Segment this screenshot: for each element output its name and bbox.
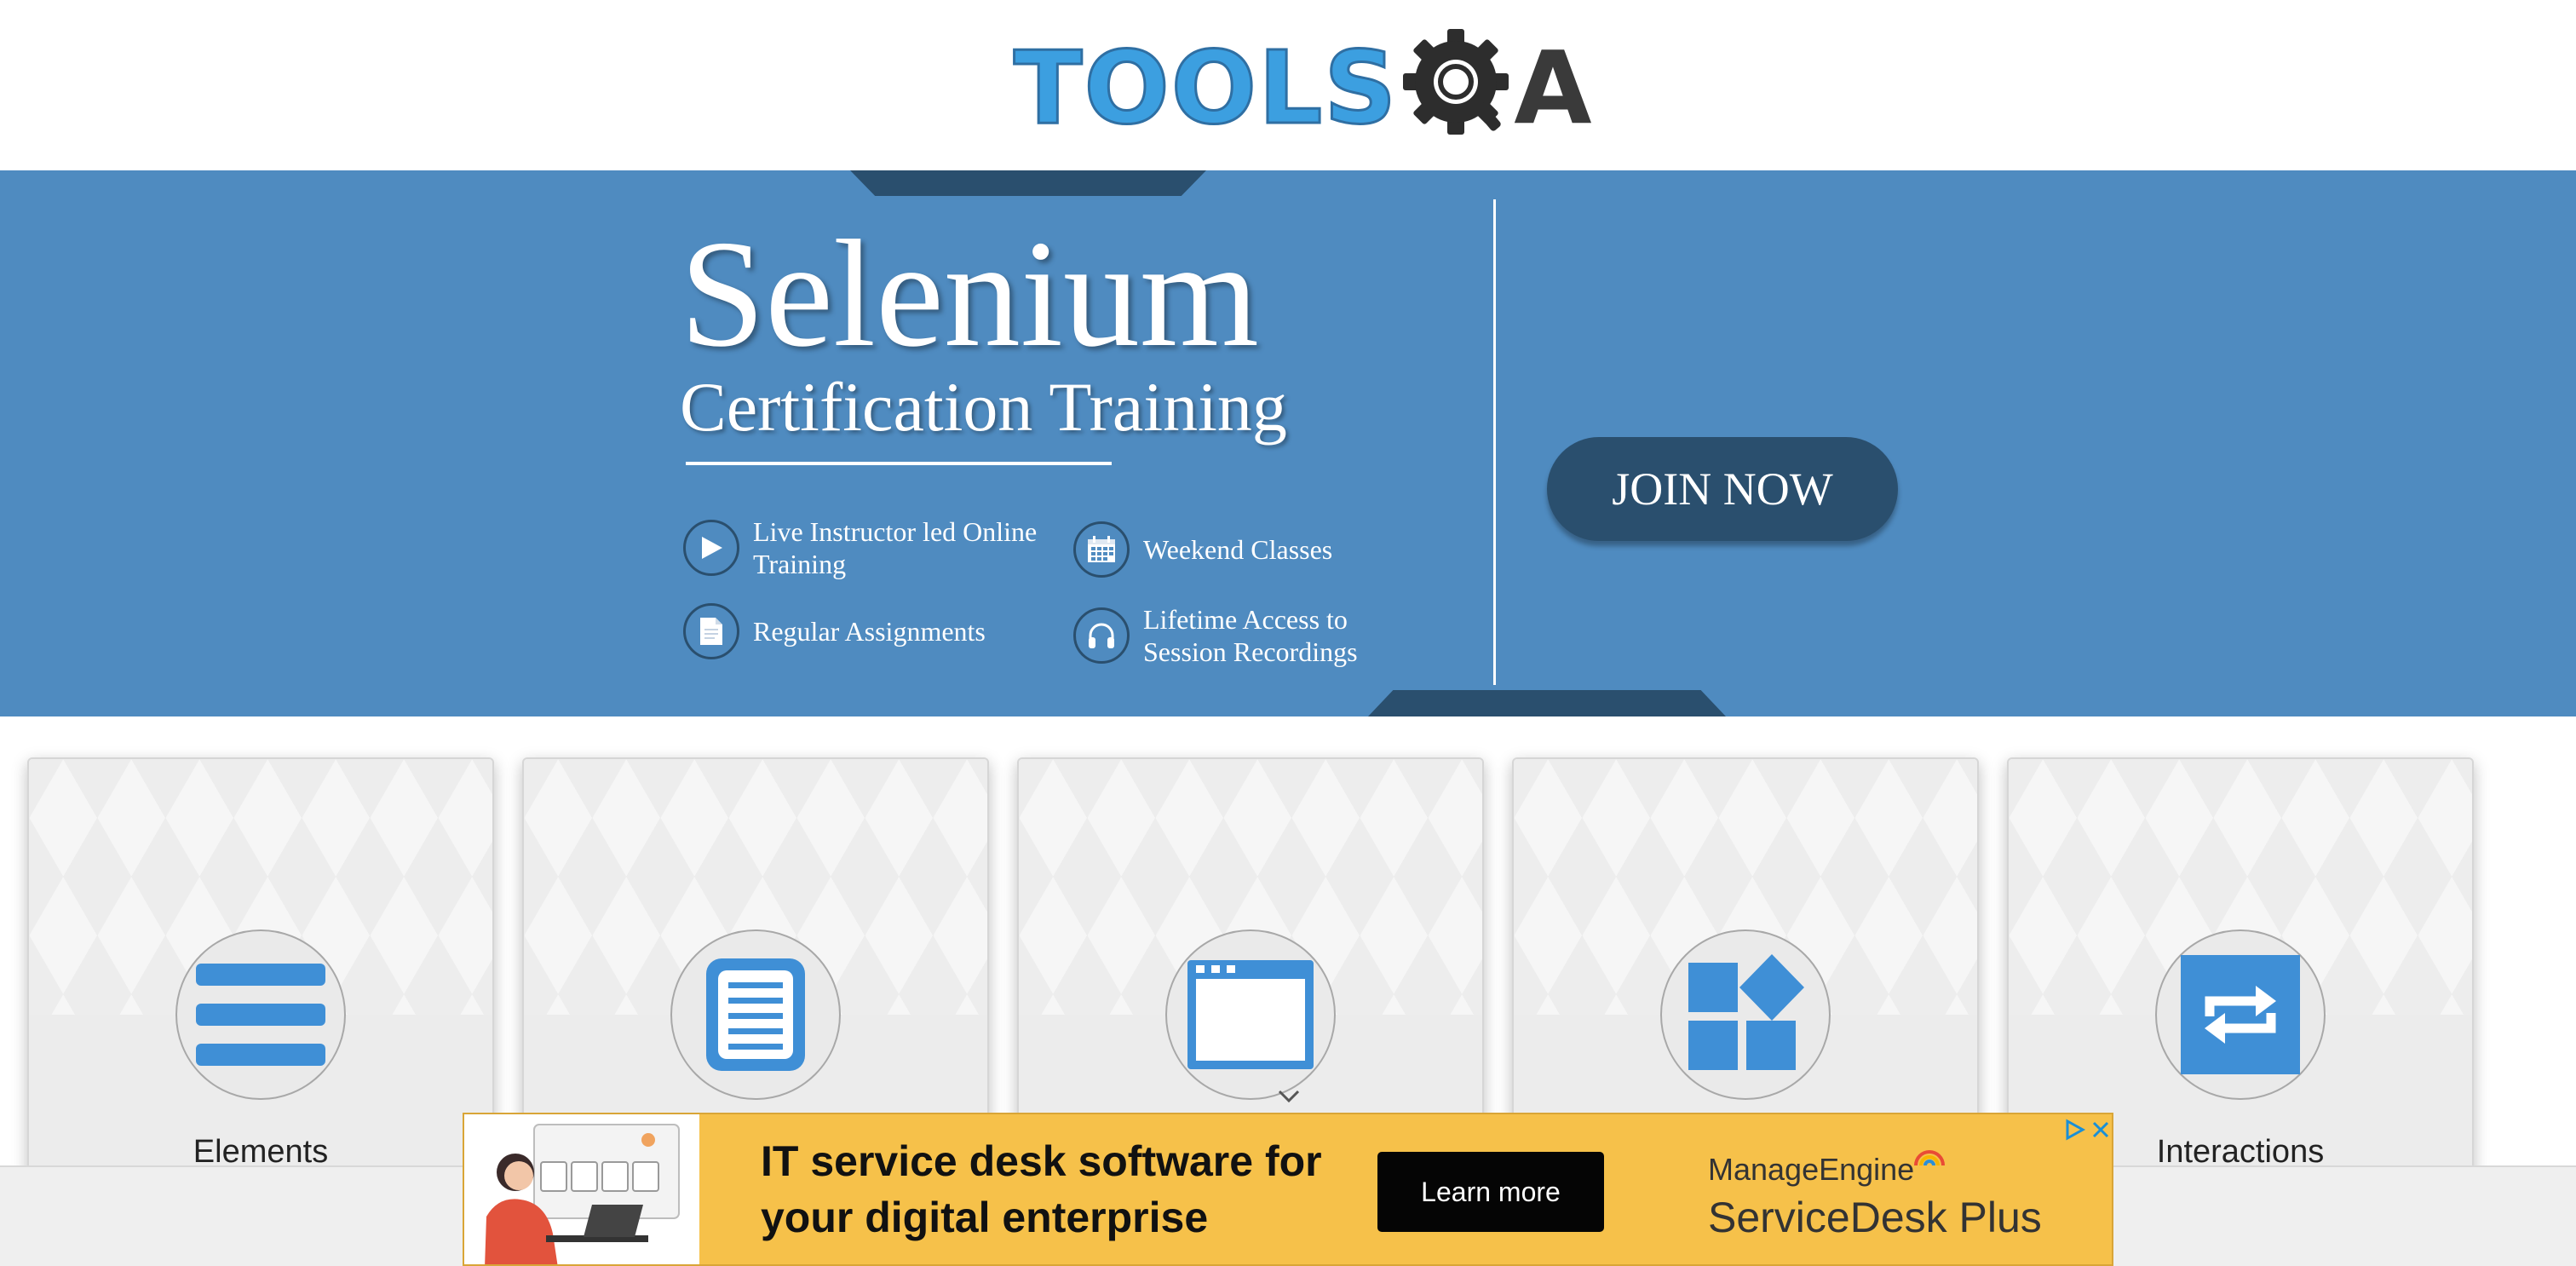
card-avatar <box>1660 929 1831 1100</box>
form-document-icon <box>706 958 805 1071</box>
card-elements[interactable]: Elements <box>27 757 494 1200</box>
document-icon <box>683 603 739 659</box>
feature-label: Lifetime Access to Session Recordings <box>1143 604 1358 667</box>
banner-top-tab <box>850 170 1206 196</box>
browser-window-icon <box>1187 960 1314 1069</box>
support-agent-illustration <box>464 1114 699 1264</box>
hamburger-menu-icon <box>196 964 325 1066</box>
banner-title: Selenium <box>680 209 1259 378</box>
logo-text-tools: TOOLS <box>1012 29 1399 147</box>
card-avatar <box>2155 929 2326 1100</box>
banner-subtitle: Certification Training <box>680 368 1287 446</box>
feature-label: Regular Assignments <box>753 616 986 647</box>
feature-live-training: Live Instructor led Online Training <box>683 515 1043 580</box>
headphones-icon <box>1073 607 1130 664</box>
calendar-icon <box>1073 521 1130 578</box>
feature-label: Weekend Classes <box>1143 534 1333 565</box>
logo-text-a: A <box>1514 29 1592 147</box>
banner-divider <box>1493 199 1496 685</box>
ad-brand-manageengine: ManageEngine <box>1708 1152 1915 1187</box>
banner-bottom-tab <box>1368 690 1726 716</box>
gear-magnifier-icon <box>1403 29 1509 135</box>
feature-label: Live Instructor led Online Training <box>753 516 1038 579</box>
brand-arc-icon <box>1914 1150 1945 1166</box>
banner-underline <box>686 462 1112 465</box>
feature-lifetime-access: Lifetime Access to Session Recordings <box>1073 603 1433 668</box>
widgets-icon <box>1688 954 1804 1070</box>
advertisement-banner[interactable]: IT service desk software for your digita… <box>463 1113 2113 1266</box>
site-header: TOOLS A <box>0 0 2576 170</box>
card-avatar <box>1165 929 1336 1100</box>
card-avatar <box>670 929 841 1100</box>
adchoices-icon[interactable] <box>2062 1118 2086 1142</box>
feature-weekend-classes: Weekend Classes <box>1073 521 1433 578</box>
ad-brand-servicedesk: ServiceDesk Plus <box>1708 1194 2042 1241</box>
feature-assignments: Regular Assignments <box>683 603 1043 659</box>
card-avatar <box>175 929 346 1100</box>
selenium-training-banner[interactable]: Selenium Certification Training Live Ins… <box>0 170 2576 716</box>
play-icon <box>683 520 739 576</box>
ad-headline: IT service desk software for your digita… <box>761 1137 1322 1241</box>
repeat-arrows-icon <box>2181 955 2300 1074</box>
toolsqa-logo[interactable]: TOOLS A <box>1012 24 1592 152</box>
close-icon[interactable] <box>2090 1118 2112 1142</box>
chevron-down-icon[interactable] <box>1276 1084 1302 1109</box>
learn-more-button[interactable]: Learn more <box>1377 1152 1604 1232</box>
join-now-button[interactable]: JOIN NOW <box>1547 437 1898 541</box>
